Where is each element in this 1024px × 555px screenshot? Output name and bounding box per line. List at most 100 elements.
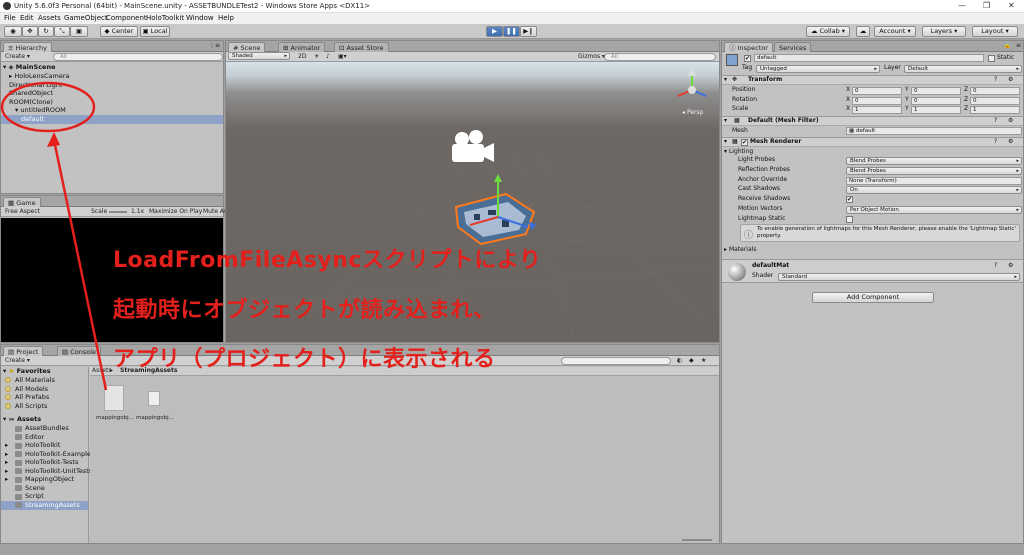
cast-shadows-dropdown[interactable]: On [846,186,1022,195]
audio-toggle-icon[interactable]: ♪ [326,53,330,61]
tab-animator[interactable]: ⊞ Animator [278,42,326,52]
tab-project[interactable]: ▤ Project [3,346,44,356]
services-cloud-button[interactable]: ☁ [856,26,870,37]
minimize-button[interactable]: — [958,1,966,10]
scene-root-row[interactable]: ▾ ◈ MainScene [3,63,223,72]
motion-vectors-dropdown[interactable]: Per Object Motion [846,206,1022,214]
transform-scale-z-field[interactable]: 1 [970,106,1020,114]
effects-dropdown-icon[interactable]: ▣▾ [338,53,347,61]
filter-label-icon[interactable]: ◆ [689,357,694,365]
lighting-foldout[interactable]: ▾ Lighting [724,148,753,156]
scale-tool-button[interactable]: ⤡ [54,26,70,37]
mesh-renderer-header[interactable]: ▾ ▦ ✔ Mesh Renderer ? ⚙ [722,137,1023,147]
asset-folder-item[interactable]: StreamingAssets [1,500,88,510]
light-probes-dropdown[interactable]: Blend Probes [846,157,1022,165]
tab-services[interactable]: Services [774,42,812,52]
perspective-label[interactable]: ◂ Persp [682,109,703,117]
transform-scale-x-field[interactable]: 1 [852,106,902,114]
help-icon[interactable]: ? [994,138,997,146]
space-toggle[interactable]: ▣ Local [140,26,170,37]
lightmap-static-checkbox[interactable] [846,215,853,223]
transform-position-z-field[interactable]: 0 [970,87,1020,95]
room-model[interactable] [454,192,536,246]
menu-holotoolkit[interactable]: HoloToolkit [146,14,184,22]
reflection-probes-dropdown[interactable]: Blend Probes [846,166,1022,175]
tab-asset-store[interactable]: ⊡ Asset Store [334,42,389,52]
settings-gear-icon[interactable]: ⚙ [1008,117,1013,125]
pause-button[interactable]: ❚❚ [503,26,520,37]
favorite-star-icon[interactable]: ★ [701,357,706,365]
panel-menu-icon[interactable]: ⋮≡ [209,42,220,50]
aspect-dropdown[interactable]: Free Aspect [5,208,40,216]
maximize-button[interactable]: ❐ [983,1,990,10]
scale-slider[interactable] [109,211,127,213]
create-dropdown[interactable]: Create ▾ [5,53,30,61]
tab-inspector[interactable]: ⓘ Inspector [724,42,773,52]
anchor-override-field[interactable]: None (Transform) [846,176,1022,185]
move-tool-button[interactable]: ✥ [22,26,38,37]
scene-search-input[interactable]: All [604,53,716,61]
settings-gear-icon[interactable]: ⚙ [1008,76,1013,84]
menu-assets[interactable]: Assets [38,14,61,22]
static-checkbox[interactable] [988,55,995,62]
transform-position-x-field[interactable]: 0 [852,87,902,95]
menu-window[interactable]: Window [186,14,214,22]
scene-orientation-gizmo[interactable] [677,68,707,97]
help-icon[interactable]: ? [994,262,997,270]
mesh-field[interactable]: ▦ default [846,127,1022,135]
icon-size-slider[interactable] [682,539,712,541]
project-search-input[interactable] [561,357,671,365]
mesh-filter-header[interactable]: ▾ ▦ Default (Mesh Filter) ? ⚙ [722,116,1023,126]
asset-file-item[interactable]: mappingobj... [96,385,136,421]
hand-tool-button[interactable]: ◉ [4,26,22,37]
menu-help[interactable]: Help [218,14,234,22]
transform-scale-y-field[interactable]: 1 [911,106,961,114]
hierarchy-item[interactable]: default [1,114,223,124]
asset-file-item[interactable]: mappingobj... [136,385,176,421]
favorites-header[interactable]: ▾ ★ Favorites [3,367,51,376]
menu-edit[interactable]: Edit [20,14,34,22]
breadcrumb-assets[interactable]: Assets [92,367,112,375]
layers-dropdown[interactable]: Layers ▾ [922,26,966,37]
camera-icon[interactable] [452,130,494,162]
help-icon[interactable]: ? [994,117,997,125]
play-button[interactable]: ▶ [486,26,503,37]
menu-file[interactable]: File [4,14,16,22]
shading-mode-dropdown[interactable]: Shaded [228,52,290,60]
close-button[interactable]: ✕ [1008,1,1015,10]
layer-dropdown[interactable]: Default [904,65,1022,73]
mesh-renderer-enabled-checkbox[interactable]: ✔ [741,139,748,146]
project-create-dropdown[interactable]: Create ▾ [5,357,30,365]
transform-header[interactable]: ▾ ✥ Transform ? ⚙ [722,75,1023,85]
settings-gear-icon[interactable]: ⚙ [1008,262,1013,270]
menu-component[interactable]: Component [106,14,147,22]
menu-gameobject[interactable]: GameObject [64,14,108,22]
tab-console[interactable]: ▤ Console [57,346,102,356]
collab-button[interactable]: ☁ Collab ▾ [806,26,850,37]
add-component-button[interactable]: Add Component [812,292,934,303]
mode-2d-toggle[interactable]: 2D [298,53,306,61]
transform-rotation-y-field[interactable]: 0 [911,96,961,105]
shader-dropdown[interactable]: Standard [778,273,1020,281]
layout-dropdown[interactable]: Layout ▾ [972,26,1018,37]
tab-game[interactable]: ▦ Game [3,197,41,207]
rotate-tool-button[interactable]: ↻ [38,26,54,37]
account-dropdown[interactable]: Account ▾ [874,26,916,37]
receive-shadows-checkbox[interactable]: ✔ [846,196,853,204]
settings-gear-icon[interactable]: ⚙ [1008,138,1013,146]
transform-position-y-field[interactable]: 0 [911,87,961,95]
gizmos-dropdown[interactable]: Gizmos ▾ [578,53,605,61]
tag-dropdown[interactable]: Untagged [756,65,880,73]
favorite-item[interactable]: All Scripts [5,402,47,411]
assets-header[interactable]: ▾ ▬ Assets [3,415,41,424]
help-icon[interactable]: ? [994,76,997,84]
maximize-on-play-toggle[interactable]: Maximize On Play [149,208,202,216]
lock-icon[interactable]: 🔒 [1004,42,1011,50]
transform-rotation-x-field[interactable]: 0 [852,96,902,105]
filter-type-icon[interactable]: ◐ [677,357,682,365]
hierarchy-search-input[interactable]: All [53,53,223,61]
object-name-field[interactable]: default [754,54,984,62]
pivot-toggle[interactable]: ◆ Center [100,26,138,37]
lighting-toggle-icon[interactable]: ☀ [314,53,319,61]
tab-scene[interactable]: # Scene [228,42,266,52]
